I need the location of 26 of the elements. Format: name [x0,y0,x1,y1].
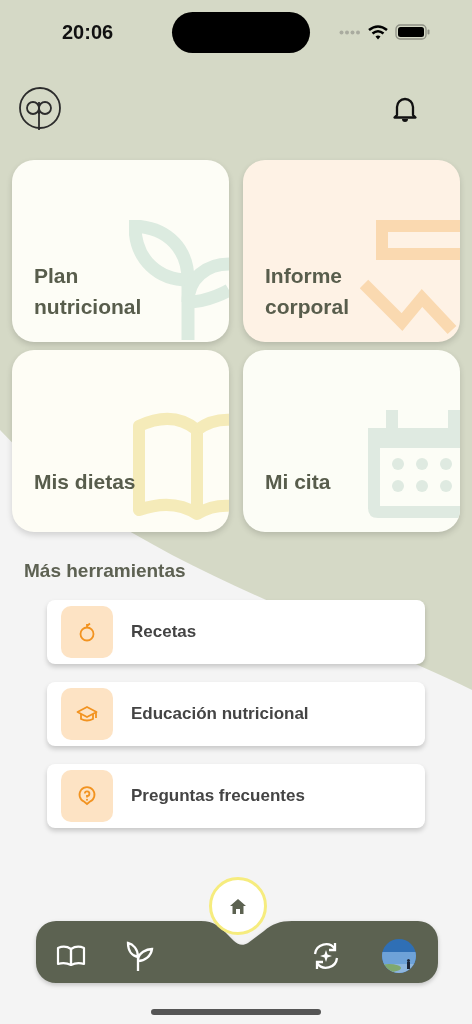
question-icon [77,786,97,806]
feature-card[interactable]: Mis dietas [12,350,229,532]
battery-icon [395,24,430,40]
tool-list-item[interactable]: Educación nutricional [47,682,425,746]
graduation-cap-icon [76,704,98,724]
feature-card[interactable]: Informe corporal [243,160,460,342]
sprout-icon [126,941,154,971]
home-icon [229,897,247,915]
status-time: 20:06 [62,20,114,44]
notification-bell-icon[interactable] [392,95,418,123]
book-icon [56,945,86,967]
tab-bar-item[interactable] [126,941,154,971]
tab-bar-item[interactable] [56,945,86,967]
sync-sparkle-icon [311,941,341,971]
feature-card[interactable]: Mi cita [243,350,460,532]
tool-list-item[interactable]: Recetas [47,600,425,664]
fruit-icon [77,622,97,642]
section-title: Más herramientas [23,559,187,583]
logo-icon [18,87,62,131]
signal-icon [339,29,361,35]
book-icon [133,410,229,520]
feature-card[interactable]: Plan nutricional [12,160,229,342]
wifi-icon [368,24,388,40]
tool-list-item[interactable]: Preguntas frecuentes [47,764,425,828]
home-button[interactable] [209,877,267,935]
tab-bar-item[interactable] [311,941,341,971]
